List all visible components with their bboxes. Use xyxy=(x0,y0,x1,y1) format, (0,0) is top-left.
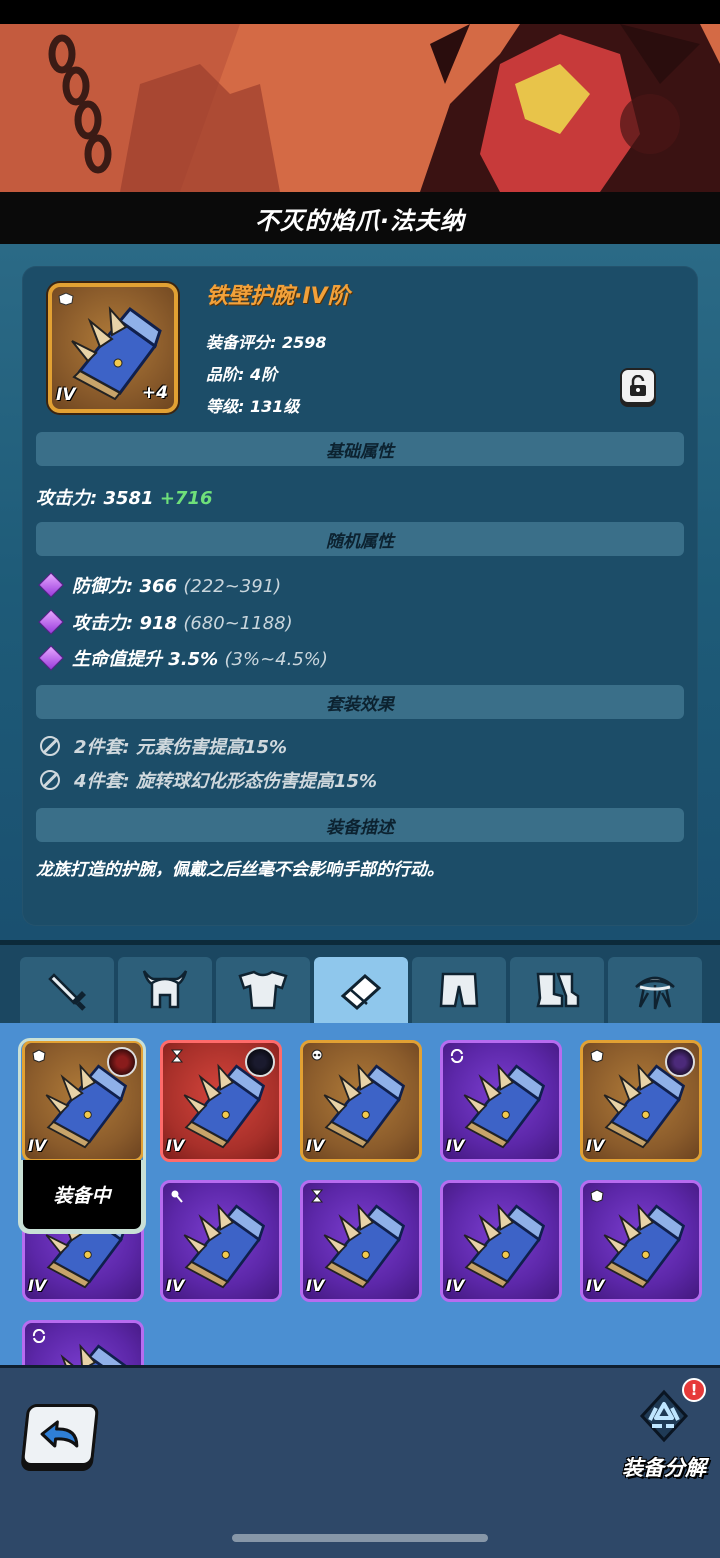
equipment-slot-tabs xyxy=(0,945,720,1023)
inactive-icon xyxy=(40,736,60,756)
item-icon: IV +4 xyxy=(48,283,178,413)
alert-badge: ! xyxy=(682,1378,706,1402)
bracer-icon xyxy=(173,1199,273,1293)
card-tier: IV xyxy=(586,1276,605,1295)
back-arrow-icon xyxy=(40,1420,79,1448)
shield-mark-icon xyxy=(590,1189,604,1203)
boots-icon xyxy=(536,972,580,1008)
section-description: 装备描述 xyxy=(36,808,684,842)
item-enhance-level: +4 xyxy=(141,383,168,403)
claw-icon xyxy=(635,976,675,1010)
section-base-attributes: 基础属性 xyxy=(36,432,684,466)
armor-icon xyxy=(238,970,288,1010)
card-tier: IV xyxy=(446,1276,465,1295)
inventory-card[interactable]: IV xyxy=(440,1180,562,1302)
cycle-mark-icon xyxy=(450,1049,464,1063)
bracer-icon xyxy=(313,1059,413,1153)
random-attribute-label: 攻击力: 918 xyxy=(72,613,178,634)
item-tier: IV xyxy=(56,385,76,405)
item-description: 龙族打造的护腕，佩戴之后丝毫不会影响手部的行动。 xyxy=(36,860,444,880)
item-quality: 品阶: 4阶 xyxy=(206,365,278,384)
tab-boots[interactable] xyxy=(510,957,604,1023)
random-attribute: 防御力: 366 (222~391) xyxy=(36,572,281,598)
gem-icon xyxy=(38,572,64,598)
unlock-icon xyxy=(630,375,646,396)
pants-icon xyxy=(439,972,479,1008)
card-tier: IV xyxy=(446,1136,465,1155)
tab-weapon[interactable] xyxy=(20,957,114,1023)
inventory-card[interactable]: IV xyxy=(160,1040,282,1162)
tab-helmet[interactable] xyxy=(118,957,212,1023)
item-name: 铁壁护腕·IV阶 xyxy=(206,284,350,309)
back-button[interactable] xyxy=(20,1404,100,1466)
random-attribute-label: 生命值提升 3.5% xyxy=(72,649,219,670)
section-random-attributes: 随机属性 xyxy=(36,522,684,556)
equipped-label: 装备中 xyxy=(20,1160,144,1232)
base-attribute-label: 攻击力: 3581 xyxy=(36,488,154,509)
hourglass-mark-icon xyxy=(310,1189,324,1203)
inventory-card[interactable]: IV xyxy=(580,1180,702,1302)
random-attribute-range: (680~1188) xyxy=(183,613,293,634)
card-tier: IV xyxy=(586,1136,605,1155)
bracer-icon xyxy=(453,1199,553,1293)
hero-title: 不灭的焰爪·法夫纳 xyxy=(254,206,466,235)
hero-banner xyxy=(0,24,720,192)
wand-mark-icon xyxy=(171,1190,183,1203)
hourglass-mark-icon xyxy=(170,1049,184,1063)
hero-art-image xyxy=(0,24,720,192)
item-score: 装备评分: 2598 xyxy=(206,333,327,352)
set-effect: 2件套: 元素伤害提高15% xyxy=(36,733,287,759)
item-level: 等级: 131级 xyxy=(206,397,300,416)
shield-mark-icon xyxy=(590,1049,604,1063)
card-tier: IV xyxy=(28,1276,47,1295)
card-tier: IV xyxy=(166,1136,185,1155)
inventory-card[interactable]: IV xyxy=(300,1040,422,1162)
set-effect: 4件套: 旋转球幻化形态伤害提高15% xyxy=(36,767,377,793)
cycle-mark-icon xyxy=(32,1329,46,1343)
bracer-icon xyxy=(340,973,382,1010)
card-tier: IV xyxy=(306,1276,325,1295)
inventory-card[interactable]: IV xyxy=(580,1040,702,1162)
hero-title-bar: 不灭的焰爪·法夫纳 xyxy=(0,192,720,244)
skull-mark-icon xyxy=(311,1049,323,1061)
salvage-button[interactable]: ! 装备分解 xyxy=(612,1378,716,1488)
horned-helmet-icon xyxy=(142,970,188,1009)
home-indicator xyxy=(232,1534,488,1542)
gem-icon xyxy=(38,645,64,671)
inventory-card[interactable]: IV xyxy=(300,1180,422,1302)
hero-avatar xyxy=(665,1047,695,1077)
tab-bracer[interactable] xyxy=(314,957,408,1023)
set-effect-label: 2件套: 元素伤害提高15% xyxy=(74,737,288,758)
salvage-label: 装备分解 xyxy=(622,1456,706,1480)
base-attribute: 攻击力: 3581 +716 xyxy=(36,484,213,510)
tab-pants[interactable] xyxy=(412,957,506,1023)
card-tier: IV xyxy=(166,1276,185,1295)
random-attribute-range: (3%~4.5%) xyxy=(224,649,328,670)
bracer-icon xyxy=(453,1059,553,1153)
bottom-bar: ! 装备分解 xyxy=(0,1365,720,1558)
random-attribute-label: 防御力: 366 xyxy=(72,576,178,597)
base-attribute-bonus: +716 xyxy=(159,488,213,509)
tab-armor[interactable] xyxy=(216,957,310,1023)
bracer-icon xyxy=(313,1199,413,1293)
random-attribute: 生命值提升 3.5% (3%~4.5%) xyxy=(36,645,328,671)
inventory-card[interactable]: IV xyxy=(440,1040,562,1162)
tab-accessory[interactable] xyxy=(608,957,702,1023)
hero-avatar xyxy=(245,1047,275,1077)
inactive-icon xyxy=(40,770,60,790)
inventory-card[interactable]: IV xyxy=(160,1180,282,1302)
sword-icon xyxy=(48,973,86,1011)
status-bar xyxy=(0,0,720,24)
set-effect-label: 4件套: 旋转球幻化形态伤害提高15% xyxy=(74,771,378,792)
bracer-icon xyxy=(593,1199,693,1293)
random-attribute-range: (222~391) xyxy=(183,576,282,597)
card-tier: IV xyxy=(306,1136,325,1155)
random-attribute: 攻击力: 918 (680~1188) xyxy=(36,609,293,635)
gem-icon xyxy=(38,609,64,635)
section-set-effects: 套装效果 xyxy=(36,685,684,719)
lock-button[interactable] xyxy=(620,368,656,404)
